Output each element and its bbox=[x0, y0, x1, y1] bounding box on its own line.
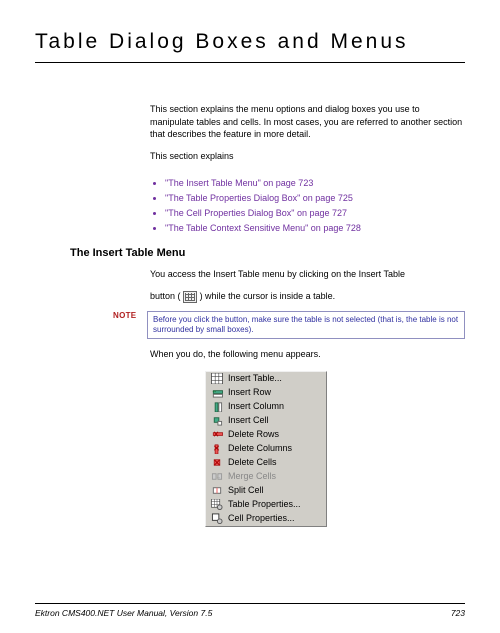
menu-item-insert-table: Insert Table... bbox=[206, 372, 326, 386]
table-properties-icon bbox=[210, 499, 224, 511]
svg-text:↔: ↔ bbox=[216, 475, 221, 480]
menu-item-insert-column: Insert Column bbox=[206, 400, 326, 414]
note-label: NOTE bbox=[113, 311, 147, 320]
access-pre: button ( bbox=[150, 291, 181, 301]
insert-cell-icon bbox=[210, 415, 224, 427]
menu-item-delete-columns: Delete Columns bbox=[206, 442, 326, 456]
cross-reference-list: "The Insert Table Menu" on page 723 "The… bbox=[150, 178, 465, 233]
context-menu-screenshot: Insert Table... → Insert Row Insert Colu… bbox=[205, 371, 327, 527]
note-row: NOTE Before you click the button, make s… bbox=[113, 311, 465, 340]
when-you-do-text: When you do, the following menu appears. bbox=[150, 348, 465, 361]
menu-item-table-properties: Table Properties... bbox=[206, 498, 326, 512]
link-item[interactable]: "The Insert Table Menu" on page 723 bbox=[165, 178, 465, 188]
insert-table-button-icon bbox=[183, 291, 197, 303]
footer-manual-title: Ektron CMS400.NET User Manual, Version 7… bbox=[35, 608, 212, 618]
link-item[interactable]: "The Cell Properties Dialog Box" on page… bbox=[165, 208, 465, 218]
split-cell-icon bbox=[210, 485, 224, 497]
menu-item-label: Merge Cells bbox=[228, 471, 276, 483]
menu-item-label: Delete Columns bbox=[228, 443, 292, 455]
access-post: ) while the cursor is inside a table. bbox=[200, 291, 336, 301]
intro-paragraph: This section explains the menu options a… bbox=[150, 103, 465, 141]
page-number: 723 bbox=[451, 608, 465, 618]
menu-item-label: Insert Row bbox=[228, 387, 271, 399]
delete-rows-icon bbox=[210, 429, 224, 441]
insert-row-icon: → bbox=[210, 387, 224, 399]
menu-item-insert-row: → Insert Row bbox=[206, 386, 326, 400]
menu-item-insert-cell: Insert Cell bbox=[206, 414, 326, 428]
delete-cells-icon bbox=[210, 457, 224, 469]
menu-item-label: Split Cell bbox=[228, 485, 264, 497]
insert-column-icon bbox=[210, 401, 224, 413]
menu-item-cell-properties: Cell Properties... bbox=[206, 512, 326, 526]
access-text-line1: You access the Insert Table menu by clic… bbox=[150, 268, 465, 281]
menu-item-label: Insert Cell bbox=[228, 415, 269, 427]
note-box: Before you click the button, make sure t… bbox=[147, 311, 465, 340]
link-item[interactable]: "The Table Context Sensitive Menu" on pa… bbox=[165, 223, 465, 233]
menu-item-label: Cell Properties... bbox=[228, 513, 295, 525]
menu-item-label: Insert Table... bbox=[228, 373, 282, 385]
section-explains-label: This section explains bbox=[150, 150, 465, 163]
page-footer: Ektron CMS400.NET User Manual, Version 7… bbox=[35, 603, 465, 618]
table-grid-icon bbox=[210, 373, 224, 385]
menu-item-label: Delete Cells bbox=[228, 457, 277, 469]
svg-text:→: → bbox=[212, 389, 218, 395]
cell-properties-icon bbox=[210, 513, 224, 525]
menu-item-delete-cells: Delete Cells bbox=[206, 456, 326, 470]
footer-rule bbox=[35, 603, 465, 604]
menu-item-delete-rows: Delete Rows bbox=[206, 428, 326, 442]
menu-item-label: Insert Column bbox=[228, 401, 284, 413]
menu-item-split-cell: Split Cell bbox=[206, 484, 326, 498]
link-item[interactable]: "The Table Properties Dialog Box" on pag… bbox=[165, 193, 465, 203]
title-rule bbox=[35, 62, 465, 63]
subheading-insert-table-menu: The Insert Table Menu bbox=[70, 247, 465, 259]
menu-item-merge-cells: ↔ Merge Cells bbox=[206, 470, 326, 484]
page-title: Table Dialog Boxes and Menus bbox=[35, 30, 465, 54]
access-text-line2: button ( ) while the cursor is inside a … bbox=[150, 290, 465, 303]
menu-item-label: Table Properties... bbox=[228, 499, 301, 511]
merge-cells-icon: ↔ bbox=[210, 471, 224, 483]
menu-item-label: Delete Rows bbox=[228, 429, 279, 441]
delete-columns-icon bbox=[210, 443, 224, 455]
